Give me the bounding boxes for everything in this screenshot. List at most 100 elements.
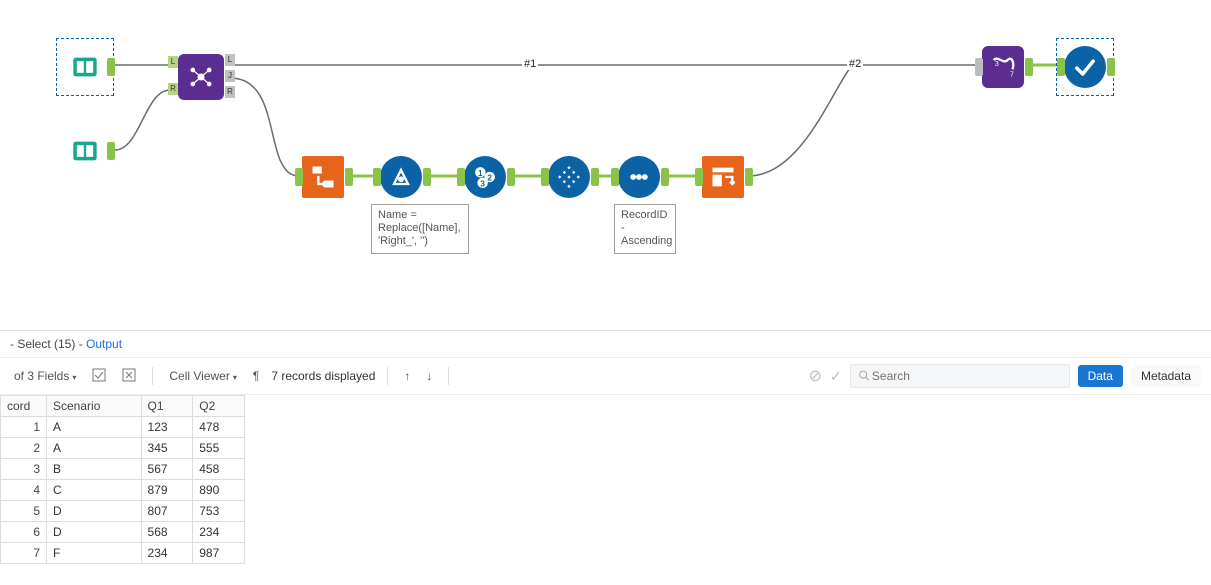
tool-sort[interactable] bbox=[618, 156, 660, 198]
anchor-out[interactable] bbox=[423, 168, 431, 186]
cell-q1: 345 bbox=[141, 438, 193, 459]
tool-formula[interactable] bbox=[380, 156, 422, 198]
connection-label-2: #2 bbox=[847, 58, 863, 70]
results-table[interactable]: cord Scenario Q1 Q2 1A1234782A3455553B56… bbox=[0, 395, 245, 564]
col-q1[interactable]: Q1 bbox=[141, 396, 193, 417]
annotation-formula[interactable]: Name = Replace([Name], 'Right_', '') bbox=[371, 204, 469, 254]
anchor-in[interactable] bbox=[373, 168, 381, 186]
col-record[interactable]: cord bbox=[1, 396, 47, 417]
cell-scenario: D bbox=[47, 522, 142, 543]
cell-q2: 987 bbox=[193, 543, 245, 564]
results-toolbar: of 3 Fields▾ Cell Viewer▾ ¶ 7 records di… bbox=[0, 358, 1211, 395]
cell-q1: 567 bbox=[141, 459, 193, 480]
cell-q1: 807 bbox=[141, 501, 193, 522]
check-icon: ✓ bbox=[830, 368, 842, 385]
anchor-in[interactable] bbox=[975, 58, 983, 76]
cell-scenario: D bbox=[47, 501, 142, 522]
cell-idx: 4 bbox=[1, 480, 47, 501]
tool-cross-tab[interactable] bbox=[702, 156, 744, 198]
divider bbox=[448, 367, 449, 385]
tool-tile[interactable] bbox=[548, 156, 590, 198]
anchor-out[interactable] bbox=[507, 168, 515, 186]
cell-scenario: F bbox=[47, 543, 142, 564]
svg-text:7: 7 bbox=[1010, 71, 1014, 78]
table-row[interactable]: 6D568234 bbox=[1, 522, 245, 543]
cell-q1: 568 bbox=[141, 522, 193, 543]
table-row[interactable]: 2A345555 bbox=[1, 438, 245, 459]
table-row[interactable]: 3B567458 bbox=[1, 459, 245, 480]
anchor-out[interactable] bbox=[345, 168, 353, 186]
cell-q1: 234 bbox=[141, 543, 193, 564]
search-icon bbox=[859, 370, 870, 382]
join-anchor-l-out[interactable]: L bbox=[225, 54, 235, 66]
annotation-sort[interactable]: RecordID - Ascending bbox=[614, 204, 676, 254]
table-row[interactable]: 1A123478 bbox=[1, 417, 245, 438]
anchor-in[interactable] bbox=[295, 168, 303, 186]
anchor-in[interactable] bbox=[1057, 58, 1065, 76]
tool-join[interactable] bbox=[178, 54, 224, 100]
table-row[interactable]: 5D807753 bbox=[1, 501, 245, 522]
col-scenario[interactable]: Scenario bbox=[47, 396, 142, 417]
svg-text:3: 3 bbox=[995, 61, 999, 68]
cell-scenario: A bbox=[47, 417, 142, 438]
tool-browse[interactable] bbox=[1064, 46, 1106, 88]
anchor-out[interactable] bbox=[1025, 58, 1033, 76]
disabled-icon: ⊘ bbox=[808, 366, 821, 386]
tool-text-input-1[interactable] bbox=[64, 46, 106, 88]
cell-viewer-dropdown[interactable]: Cell Viewer▾ bbox=[165, 367, 240, 385]
cell-q2: 753 bbox=[193, 501, 245, 522]
cell-idx: 7 bbox=[1, 543, 47, 564]
cell-idx: 3 bbox=[1, 459, 47, 480]
cell-idx: 2 bbox=[1, 438, 47, 459]
join-anchor-right-in[interactable]: R bbox=[168, 83, 178, 95]
cell-q2: 234 bbox=[193, 522, 245, 543]
workflow-canvas[interactable]: L R L J R 123 37 #1 # bbox=[0, 0, 1211, 330]
cell-q1: 879 bbox=[141, 480, 193, 501]
anchor-out[interactable] bbox=[745, 168, 753, 186]
divider bbox=[152, 367, 153, 385]
checkbox-toggle-icon[interactable] bbox=[88, 366, 110, 387]
tool-select[interactable]: 37 bbox=[982, 46, 1024, 88]
anchor-in[interactable] bbox=[695, 168, 703, 186]
cell-idx: 5 bbox=[1, 501, 47, 522]
table-row[interactable]: 4C879890 bbox=[1, 480, 245, 501]
connection-label-1: #1 bbox=[522, 58, 538, 70]
cell-scenario: B bbox=[47, 459, 142, 480]
cell-q2: 555 bbox=[193, 438, 245, 459]
join-anchor-j-out[interactable]: J bbox=[225, 70, 235, 82]
join-anchor-left-in[interactable]: L bbox=[168, 56, 178, 68]
results-title-node: Output bbox=[86, 337, 122, 351]
tool-record-id[interactable]: 123 bbox=[464, 156, 506, 198]
anchor-out[interactable] bbox=[107, 58, 115, 76]
anchor-out[interactable] bbox=[1107, 58, 1115, 76]
cell-idx: 1 bbox=[1, 417, 47, 438]
sort-asc-icon[interactable]: ↑ bbox=[400, 367, 414, 385]
tab-data[interactable]: Data bbox=[1078, 365, 1123, 387]
sort-desc-icon[interactable]: ↓ bbox=[422, 367, 436, 385]
fields-dropdown[interactable]: of 3 Fields▾ bbox=[10, 367, 80, 385]
svg-text:3: 3 bbox=[480, 179, 485, 188]
tool-transpose[interactable] bbox=[302, 156, 344, 198]
cell-scenario: C bbox=[47, 480, 142, 501]
anchor-out[interactable] bbox=[661, 168, 669, 186]
anchor-out[interactable] bbox=[107, 142, 115, 160]
anchor-in[interactable] bbox=[541, 168, 549, 186]
anchor-in[interactable] bbox=[457, 168, 465, 186]
anchor-in[interactable] bbox=[611, 168, 619, 186]
results-search[interactable] bbox=[850, 364, 1070, 388]
anchor-out[interactable] bbox=[591, 168, 599, 186]
join-anchor-r-out[interactable]: R bbox=[225, 86, 235, 98]
deselect-icon[interactable] bbox=[118, 366, 140, 387]
table-row[interactable]: 7F234987 bbox=[1, 543, 245, 564]
connection-wires bbox=[0, 0, 1211, 330]
cell-q2: 890 bbox=[193, 480, 245, 501]
results-title-prefix: - Select (15) - bbox=[10, 337, 83, 351]
whitespace-toggle-icon[interactable]: ¶ bbox=[249, 367, 263, 385]
tool-text-input-2[interactable] bbox=[64, 130, 106, 172]
cell-scenario: A bbox=[47, 438, 142, 459]
cell-q2: 458 bbox=[193, 459, 245, 480]
col-q2[interactable]: Q2 bbox=[193, 396, 245, 417]
search-input[interactable] bbox=[870, 368, 1061, 384]
tab-metadata[interactable]: Metadata bbox=[1131, 365, 1201, 387]
records-displayed-label: 7 records displayed bbox=[271, 369, 375, 383]
